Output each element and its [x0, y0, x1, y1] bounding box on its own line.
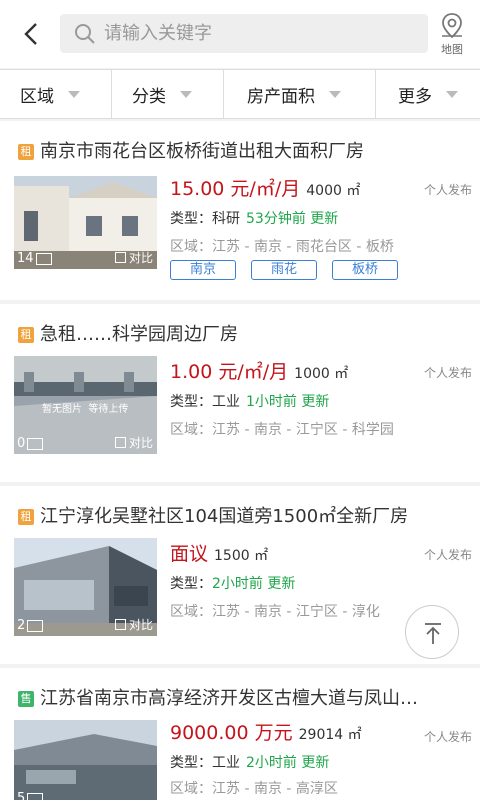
- chevron-down-icon: [329, 90, 341, 98]
- publisher: 个人发布: [423, 730, 472, 744]
- listing-title-row: 租江宁淳化吴墅社区104国道旁1500㎡全新厂房: [18, 502, 468, 528]
- price: 15.00 元/㎡/月: [170, 178, 301, 200]
- sale-badge: 售: [18, 691, 34, 707]
- updated-time: 1小时前 更新: [246, 394, 330, 410]
- region: 区域：江苏 - 南京 - 高淳区: [170, 781, 338, 797]
- rent-badge: 租: [18, 144, 34, 160]
- filter-region[interactable]: 区域: [0, 70, 112, 118]
- price-line: 15.00 元/㎡/月 4000 ㎡: [170, 174, 360, 201]
- filter-area[interactable]: 房产面积: [224, 70, 376, 118]
- filter-more[interactable]: 更多: [376, 70, 480, 118]
- type-line: 类型：工业 1小时前 更新: [170, 394, 330, 410]
- search-icon: [75, 24, 95, 44]
- photo-count: 2: [17, 618, 44, 633]
- price: 面议: [170, 543, 209, 565]
- image-icon: [35, 252, 52, 265]
- arrow-up-icon: [425, 623, 441, 644]
- tag[interactable]: 雨花: [251, 260, 317, 280]
- listing-photo[interactable]: 2 对比: [14, 538, 157, 636]
- map-label: 地图: [441, 43, 463, 56]
- filter-label: 区域: [20, 86, 54, 107]
- map-pin-icon: [442, 13, 462, 39]
- updated-time: 2小时前 更新: [212, 576, 296, 592]
- type-line: 类型：科研 53分钟前 更新: [170, 211, 339, 227]
- factory-building-photo: [14, 720, 157, 800]
- area: 4000 ㎡: [306, 183, 361, 199]
- filter-label: 房产面积: [247, 86, 315, 107]
- back-to-top-button[interactable]: [405, 605, 459, 659]
- image-icon: [27, 792, 44, 800]
- price: 1.00 元/㎡/月: [170, 361, 289, 383]
- photo-count: 5: [17, 791, 44, 800]
- listing-title-row: 租南京市雨花台区板桥街道出租大面积厂房: [18, 137, 468, 163]
- price: 9000.00 万元: [170, 722, 293, 744]
- region: 区域：江苏 - 南京 - 江宁区 - 淳化: [170, 604, 380, 620]
- tag[interactable]: 板桥: [332, 260, 398, 280]
- listing-photo[interactable]: 5: [14, 720, 157, 800]
- listing-title: 急租……科学园周边厂房: [40, 324, 238, 345]
- listing-title-row: 售江苏省南京市高淳经济开发区古檀大道与凤山…: [18, 684, 468, 710]
- price-line: 1.00 元/㎡/月 1000 ㎡: [170, 357, 348, 384]
- area: 1000 ㎡: [294, 366, 349, 382]
- listing-title: 江苏省南京市高淳经济开发区古檀大道与凤山…: [40, 688, 418, 709]
- updated-time: 2小时前 更新: [246, 755, 330, 771]
- chevron-down-icon: [446, 90, 458, 98]
- filter-category[interactable]: 分类: [112, 70, 224, 118]
- compare-checkbox[interactable]: 对比: [114, 249, 153, 266]
- photo-count: 14: [17, 251, 52, 266]
- type-line: 类型：工业 2小时前 更新: [170, 755, 330, 771]
- region: 区域：江苏 - 南京 - 雨花台区 - 板桥: [170, 239, 394, 255]
- rent-badge: 租: [18, 509, 34, 525]
- map-button[interactable]: 地图: [434, 12, 470, 58]
- area: 1500 ㎡: [214, 548, 269, 564]
- filter-bar: 区域 分类 房产面积 更多: [0, 69, 480, 119]
- updated-time: 53分钟前 更新: [246, 211, 339, 227]
- back-arrow-icon[interactable]: [18, 20, 46, 48]
- image-icon: [27, 619, 44, 632]
- filter-label: 更多: [398, 86, 432, 107]
- compare-checkbox[interactable]: 对比: [114, 616, 153, 633]
- top-bar: 地图: [0, 0, 480, 68]
- photo-count: 0: [17, 436, 44, 451]
- listing-photo[interactable]: 暂无图片 等待上传 0 对比: [14, 356, 157, 454]
- chevron-down-icon: [68, 90, 80, 98]
- listing-title: 南京市雨花台区板桥街道出租大面积厂房: [40, 141, 364, 162]
- publisher: 个人发布: [423, 548, 472, 562]
- listing-title-row: 租急租……科学园周边厂房: [18, 320, 468, 346]
- filter-label: 分类: [132, 86, 166, 107]
- price-line: 9000.00 万元 29014 ㎡: [170, 718, 362, 745]
- area: 29014 ㎡: [298, 727, 362, 743]
- region: 区域：江苏 - 南京 - 江宁区 - 科学园: [170, 422, 394, 438]
- image-icon: [27, 437, 44, 450]
- chevron-down-icon: [180, 90, 192, 98]
- search-box[interactable]: [60, 14, 428, 53]
- rent-badge: 租: [18, 327, 34, 343]
- listing-title: 江宁淳化吴墅社区104国道旁1500㎡全新厂房: [40, 506, 409, 527]
- compare-checkbox[interactable]: 对比: [114, 434, 153, 451]
- photo-placeholder-text: 暂无图片 等待上传: [42, 404, 129, 415]
- type-line: 类型：2小时前 更新: [170, 576, 296, 592]
- tag[interactable]: 南京: [170, 260, 236, 280]
- listing-card[interactable]: 租南京市雨花台区板桥街道出租大面积厂房 14 对比 15.00 元/㎡/月 400…: [0, 121, 480, 300]
- publisher: 个人发布: [423, 183, 472, 197]
- search-input[interactable]: [104, 14, 414, 53]
- listing-card[interactable]: 租急租……科学园周边厂房 暂无图片 等待上传 0 对比 1.00 元/㎡/月 10…: [0, 304, 480, 482]
- tag-list: 南京 雨花 板桥: [170, 260, 413, 280]
- publisher: 个人发布: [423, 366, 472, 380]
- listing-photo[interactable]: 14 对比: [14, 176, 157, 269]
- price-line: 面议 1500 ㎡: [170, 539, 268, 566]
- listing-card[interactable]: 售江苏省南京市高淳经济开发区古檀大道与凤山… 5 9000.00 万元 29014…: [0, 668, 480, 800]
